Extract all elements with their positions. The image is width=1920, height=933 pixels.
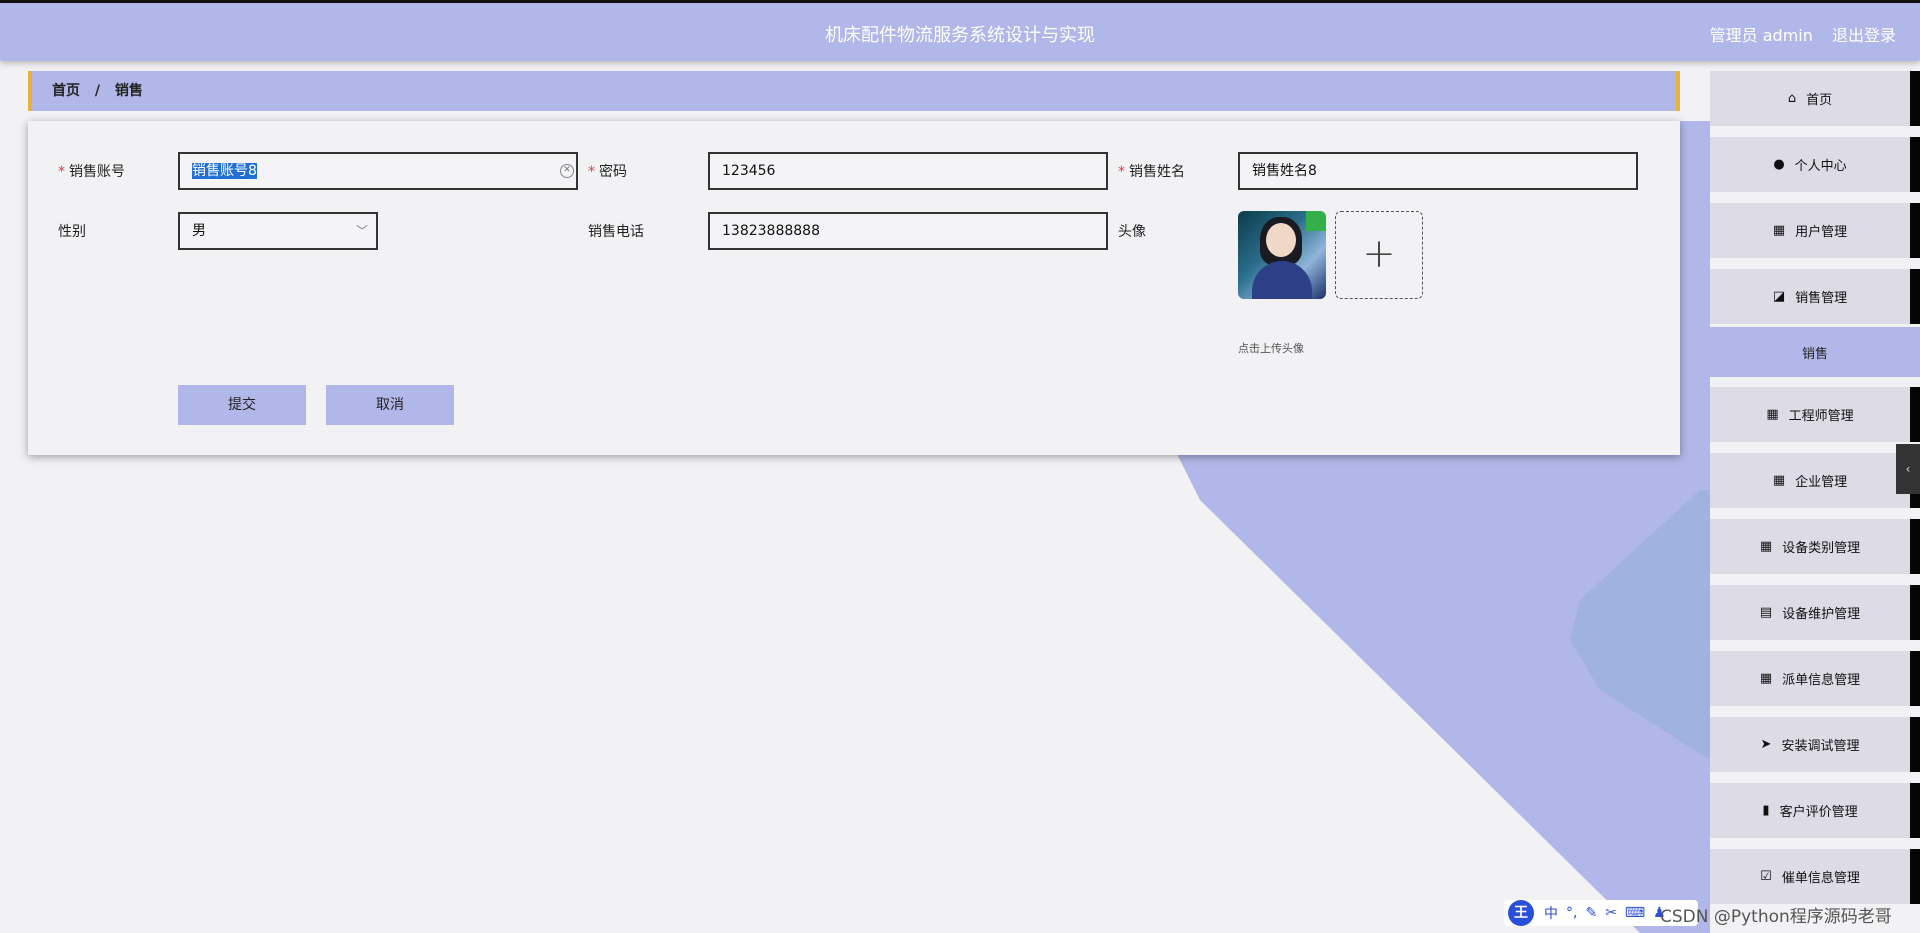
ime-mode[interactable]: 中 bbox=[1544, 903, 1558, 923]
clear-icon[interactable]: ✕ bbox=[560, 164, 574, 178]
sidebar-item-sales[interactable]: ◪ 销售管理 bbox=[1710, 269, 1910, 324]
grid-icon: ▦ bbox=[1759, 539, 1773, 554]
password-label: * 密码 bbox=[588, 164, 627, 180]
chart-icon: ◪ bbox=[1772, 289, 1786, 304]
sidebar-item-users[interactable]: ▦ 用户管理 bbox=[1710, 203, 1910, 258]
avatar-image[interactable] bbox=[1238, 211, 1326, 299]
sidebar-item-engineers[interactable]: ▦ 工程师管理 bbox=[1710, 387, 1910, 442]
sidebar: ⌂ 首页 ● 个人中心 ▦ 用户管理 ◪ 销售管理 销售 ▦ 工程师管理 ▦ 企业管理 ▦ 设… bbox=[1710, 61, 1920, 933]
sidebar-item-device-categories[interactable]: ▦ 设备类别管理 bbox=[1710, 519, 1910, 574]
plus-icon: + bbox=[1362, 231, 1396, 277]
punctuation-icon[interactable]: °, bbox=[1566, 905, 1577, 921]
upload-hint: 点击上传头像 bbox=[1238, 342, 1304, 355]
gender-label: 性别 bbox=[58, 224, 86, 240]
sidebar-item-dispatch[interactable]: ▦ 派单信息管理 bbox=[1710, 651, 1910, 706]
cancel-button[interactable]: 取消 bbox=[326, 385, 454, 425]
clipboard-icon: ▤ bbox=[1759, 605, 1773, 620]
name-label: * 销售姓名 bbox=[1118, 164, 1185, 180]
account-label: * 销售账号 bbox=[58, 164, 125, 180]
phone-input[interactable]: 13823888888 bbox=[708, 212, 1108, 250]
upload-button[interactable]: + bbox=[1335, 211, 1423, 299]
name-input[interactable]: 销售姓名8 bbox=[1238, 152, 1638, 190]
home-icon: ⌂ bbox=[1787, 91, 1797, 106]
gender-select-value: 男 bbox=[192, 223, 206, 239]
keyboard-icon[interactable]: ⌨ bbox=[1625, 905, 1645, 921]
grid-icon: ▦ bbox=[1766, 407, 1779, 422]
send-icon: ➤ bbox=[1760, 737, 1772, 752]
account-input-value: 销售账号8 bbox=[192, 163, 257, 179]
breadcrumb-home[interactable]: 首页 bbox=[52, 83, 80, 99]
breadcrumb: 首页 / 销售 bbox=[28, 71, 1680, 111]
ime-logo: 王 bbox=[1508, 900, 1534, 926]
sidebar-item-installation[interactable]: ➤ 安装调试管理 bbox=[1710, 717, 1910, 772]
sidebar-item-device-maintenance[interactable]: ▤ 设备维护管理 bbox=[1710, 585, 1910, 640]
sidebar-item-reviews[interactable]: ▮ 客户评价管理 bbox=[1710, 783, 1910, 838]
breadcrumb-separator: / bbox=[94, 83, 100, 99]
user-label: 管理员 admin bbox=[1709, 26, 1813, 45]
clipboard-check-icon: ☑ bbox=[1760, 869, 1772, 884]
grid-icon: ▦ bbox=[1772, 473, 1786, 488]
grid-icon: ▦ bbox=[1772, 223, 1786, 238]
bar-chart-icon: ▮ bbox=[1762, 803, 1770, 818]
password-input[interactable]: 123456 bbox=[708, 152, 1108, 190]
sidebar-item-reminders[interactable]: ☑ 催单信息管理 bbox=[1710, 849, 1910, 904]
scissors-icon[interactable]: ✂ bbox=[1605, 905, 1617, 921]
sidebar-collapse-button[interactable]: ‹ bbox=[1896, 444, 1920, 494]
grid-icon: ▦ bbox=[1759, 671, 1773, 686]
account-input[interactable]: 销售账号8 ✕ bbox=[178, 152, 578, 190]
user-area: 管理员 admin 退出登录 bbox=[1696, 22, 1896, 46]
pen-icon[interactable]: ✎ bbox=[1585, 905, 1597, 921]
watermark: CSDN @Python程序源码老哥 bbox=[1660, 907, 1892, 927]
gender-select[interactable]: 男 ﹀ bbox=[178, 212, 378, 250]
submit-button[interactable]: 提交 bbox=[178, 385, 306, 425]
sidebar-item-enterprises[interactable]: ▦ 企业管理 bbox=[1710, 453, 1910, 508]
breadcrumb-current: 销售 bbox=[114, 83, 143, 99]
chevron-down-icon: ﹀ bbox=[355, 224, 368, 238]
app-header: 机床配件物流服务系统设计与实现 管理员 admin 退出登录 bbox=[0, 3, 1920, 61]
user-icon: ● bbox=[1773, 157, 1785, 172]
avatar-label: 头像 bbox=[1118, 224, 1146, 240]
sidebar-item-profile[interactable]: ● 个人中心 bbox=[1710, 137, 1910, 192]
sidebar-subitem-sales[interactable]: 销售 bbox=[1710, 327, 1920, 377]
chevron-left-icon: ‹ bbox=[1905, 462, 1911, 476]
sales-form: * 销售账号 销售账号8 ✕ * 密码 123456 * 销售姓名 销售姓名8 性别 … bbox=[28, 121, 1680, 455]
logout-link[interactable]: 退出登录 bbox=[1832, 26, 1896, 45]
phone-label: 销售电话 bbox=[588, 224, 644, 240]
sidebar-item-home[interactable]: ⌂ 首页 bbox=[1710, 71, 1910, 126]
app-title: 机床配件物流服务系统设计与实现 bbox=[825, 25, 1095, 46]
